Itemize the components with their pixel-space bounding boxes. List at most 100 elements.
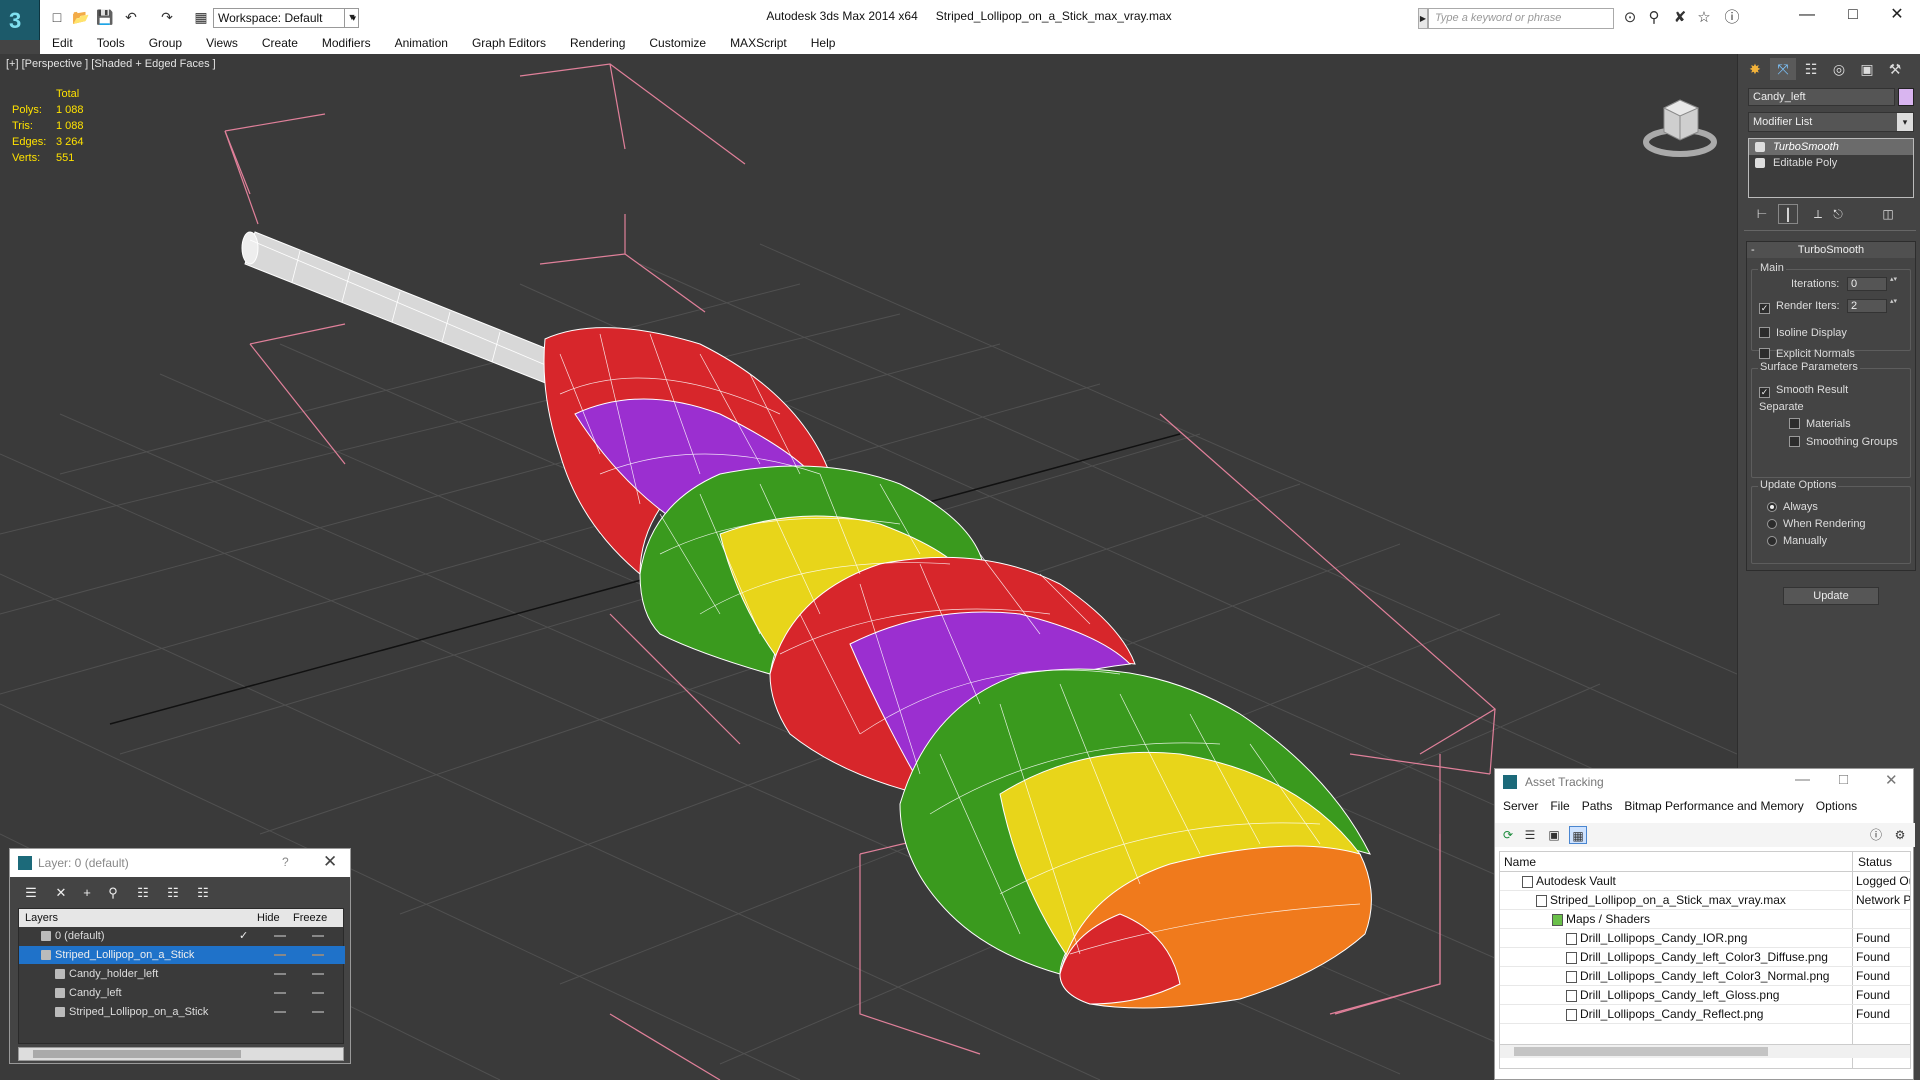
asset-row[interactable]: Striped_Lollipop_on_a_Stick_max_vray.max…: [1500, 891, 1910, 910]
menu-file[interactable]: File: [1542, 799, 1573, 813]
close-button[interactable]: ✕: [1874, 0, 1920, 32]
isoline-display-checkbox[interactable]: [1759, 327, 1770, 338]
column-name[interactable]: Name: [1504, 855, 1536, 869]
asset-row[interactable]: Maps / Shaders: [1500, 910, 1910, 929]
menu-create[interactable]: Create: [250, 34, 310, 52]
horizontal-scrollbar[interactable]: [18, 1047, 344, 1061]
viewcube-icon[interactable]: [1640, 86, 1720, 166]
pin-stack-icon[interactable]: ⊢: [1752, 204, 1772, 224]
menu-help[interactable]: Help: [799, 34, 848, 52]
asset-row[interactable]: Drill_Lollipops_Candy_left_Color3_Normal…: [1500, 967, 1910, 986]
search-input[interactable]: Type a keyword or phrase: [1428, 8, 1614, 29]
menu-maxscript[interactable]: MAXScript: [718, 34, 799, 52]
rollout-header[interactable]: - TurboSmooth: [1747, 242, 1915, 258]
layer-row-selected[interactable]: Striped_Lollipop_on_a_Stick: [19, 946, 345, 964]
workspace-dropdown[interactable]: Workspace: Default ▾: [213, 8, 359, 28]
motion-tab-icon[interactable]: ◎: [1826, 58, 1852, 80]
settings-icon[interactable]: ⚙: [1891, 826, 1909, 844]
modify-tab-icon[interactable]: ⤧: [1770, 58, 1796, 80]
asset-row[interactable]: Autodesk Vault Logged Ou: [1500, 872, 1910, 891]
key-icon[interactable]: ⚲: [1644, 8, 1664, 28]
menu-views[interactable]: Views: [194, 34, 250, 52]
hide-all-icon[interactable]: ☷: [162, 883, 184, 903]
render-iters-spinner[interactable]: 2: [1847, 298, 1898, 313]
freeze-all-icon[interactable]: ☷: [192, 883, 214, 903]
lightbulb-icon[interactable]: [1755, 142, 1765, 152]
project-folder-icon[interactable]: ▦: [192, 8, 210, 26]
expand-plus-icon[interactable]: [1755, 158, 1765, 168]
search-expand-arrow[interactable]: ▶: [1418, 8, 1428, 29]
make-unique-icon[interactable]: ⟂: [1808, 204, 1828, 224]
asset-row[interactable]: Drill_Lollipops_Candy_Reflect.png Found: [1500, 1005, 1910, 1024]
scrollbar-thumb[interactable]: [1514, 1047, 1768, 1056]
column-status[interactable]: Status: [1858, 855, 1892, 869]
stack-item-turbosmooth[interactable]: TurboSmooth: [1749, 139, 1913, 155]
menu-edit[interactable]: Edit: [40, 34, 85, 52]
configure-modifier-sets-icon[interactable]: ◫: [1878, 204, 1898, 224]
close-icon[interactable]: ✕: [1885, 771, 1898, 789]
layer-row[interactable]: 0 (default) ✓: [19, 927, 345, 945]
refresh-icon[interactable]: ⟳: [1499, 826, 1517, 844]
menu-rendering[interactable]: Rendering: [558, 34, 637, 52]
smooth-result-checkbox[interactable]: ✓: [1759, 387, 1770, 398]
layer-window-titlebar[interactable]: Layer: 0 (default) ? ✕: [10, 849, 350, 877]
asset-window-titlebar[interactable]: Asset Tracking — □ ✕: [1495, 769, 1913, 795]
help-button[interactable]: ?: [282, 855, 289, 869]
explicit-normals-checkbox[interactable]: [1759, 348, 1770, 359]
menu-animation[interactable]: Animation: [383, 34, 460, 52]
menu-customize[interactable]: Customize: [637, 34, 718, 52]
manually-radio[interactable]: [1767, 536, 1777, 546]
iterations-spinner[interactable]: 0: [1847, 276, 1898, 291]
binoculars-icon[interactable]: ⊙: [1620, 8, 1640, 28]
scrollbar-thumb[interactable]: [33, 1050, 241, 1058]
stack-item-editable-poly[interactable]: Editable Poly: [1749, 155, 1913, 171]
materials-checkbox[interactable]: [1789, 418, 1800, 429]
help-icon[interactable]: ⓘ: [1722, 8, 1742, 28]
list-view-icon[interactable]: ☰: [1521, 826, 1539, 844]
menu-modifiers[interactable]: Modifiers: [310, 34, 383, 52]
show-end-result-icon[interactable]: ┃: [1778, 204, 1798, 224]
minimize-icon[interactable]: —: [1795, 771, 1810, 788]
thumbnail-view-icon[interactable]: ▣: [1545, 826, 1563, 844]
object-row[interactable]: Candy_left: [19, 984, 345, 1002]
render-iters-checkbox[interactable]: ✓: [1759, 303, 1770, 314]
display-tab-icon[interactable]: ▣: [1854, 58, 1880, 80]
menu-paths[interactable]: Paths: [1574, 799, 1617, 813]
workspace-menu-button[interactable]: ▼: [344, 8, 359, 28]
menu-server[interactable]: Server: [1495, 799, 1542, 813]
asset-row[interactable]: Drill_Lollipops_Candy_IOR.png Found: [1500, 929, 1910, 948]
save-icon[interactable]: 💾: [96, 8, 114, 26]
redo-icon[interactable]: ↷: [158, 8, 176, 26]
always-radio[interactable]: [1767, 502, 1777, 512]
app-menu-button[interactable]: 3: [0, 0, 40, 40]
object-color-swatch[interactable]: [1898, 88, 1914, 106]
object-row[interactable]: Striped_Lollipop_on_a_Stick: [19, 1003, 345, 1021]
menu-graph-editors[interactable]: Graph Editors: [460, 34, 558, 52]
horizontal-scrollbar[interactable]: [1500, 1044, 1910, 1058]
menu-options[interactable]: Options: [1808, 799, 1861, 813]
maximize-button[interactable]: □: [1830, 0, 1876, 32]
object-name-field[interactable]: Candy_left: [1748, 88, 1895, 106]
delete-layer-icon[interactable]: ✕: [50, 883, 72, 903]
layer-settings-icon[interactable]: ☰: [20, 883, 42, 903]
viewport-label[interactable]: [+] [Perspective ] [Shaded + Edged Faces…: [6, 58, 216, 70]
menu-bitmap-performance[interactable]: Bitmap Performance and Memory: [1616, 799, 1807, 813]
column-hide[interactable]: Hide: [257, 909, 280, 927]
menu-tools[interactable]: Tools: [85, 34, 137, 52]
select-objects-icon[interactable]: ⚲: [102, 883, 124, 903]
minimize-button[interactable]: —: [1784, 0, 1830, 32]
highlight-layer-icon[interactable]: ☷: [132, 883, 154, 903]
update-button[interactable]: Update: [1783, 587, 1879, 605]
smoothing-groups-checkbox[interactable]: [1789, 436, 1800, 447]
undo-icon[interactable]: ↶: [122, 8, 140, 26]
utilities-tab-icon[interactable]: ⚒: [1882, 58, 1908, 80]
create-tab-icon[interactable]: ✸: [1742, 58, 1768, 80]
close-icon[interactable]: ✕: [323, 852, 337, 872]
menu-group[interactable]: Group: [137, 34, 194, 52]
maximize-icon[interactable]: □: [1839, 771, 1848, 788]
modifier-list-dropdown[interactable]: Modifier List ▾: [1748, 112, 1914, 132]
table-view-icon[interactable]: ▦: [1569, 826, 1587, 844]
asset-row[interactable]: Drill_Lollipops_Candy_left_Gloss.png Foun…: [1500, 986, 1910, 1005]
open-file-icon[interactable]: 📂: [72, 8, 90, 26]
exchange-icon[interactable]: ✘: [1670, 8, 1690, 28]
